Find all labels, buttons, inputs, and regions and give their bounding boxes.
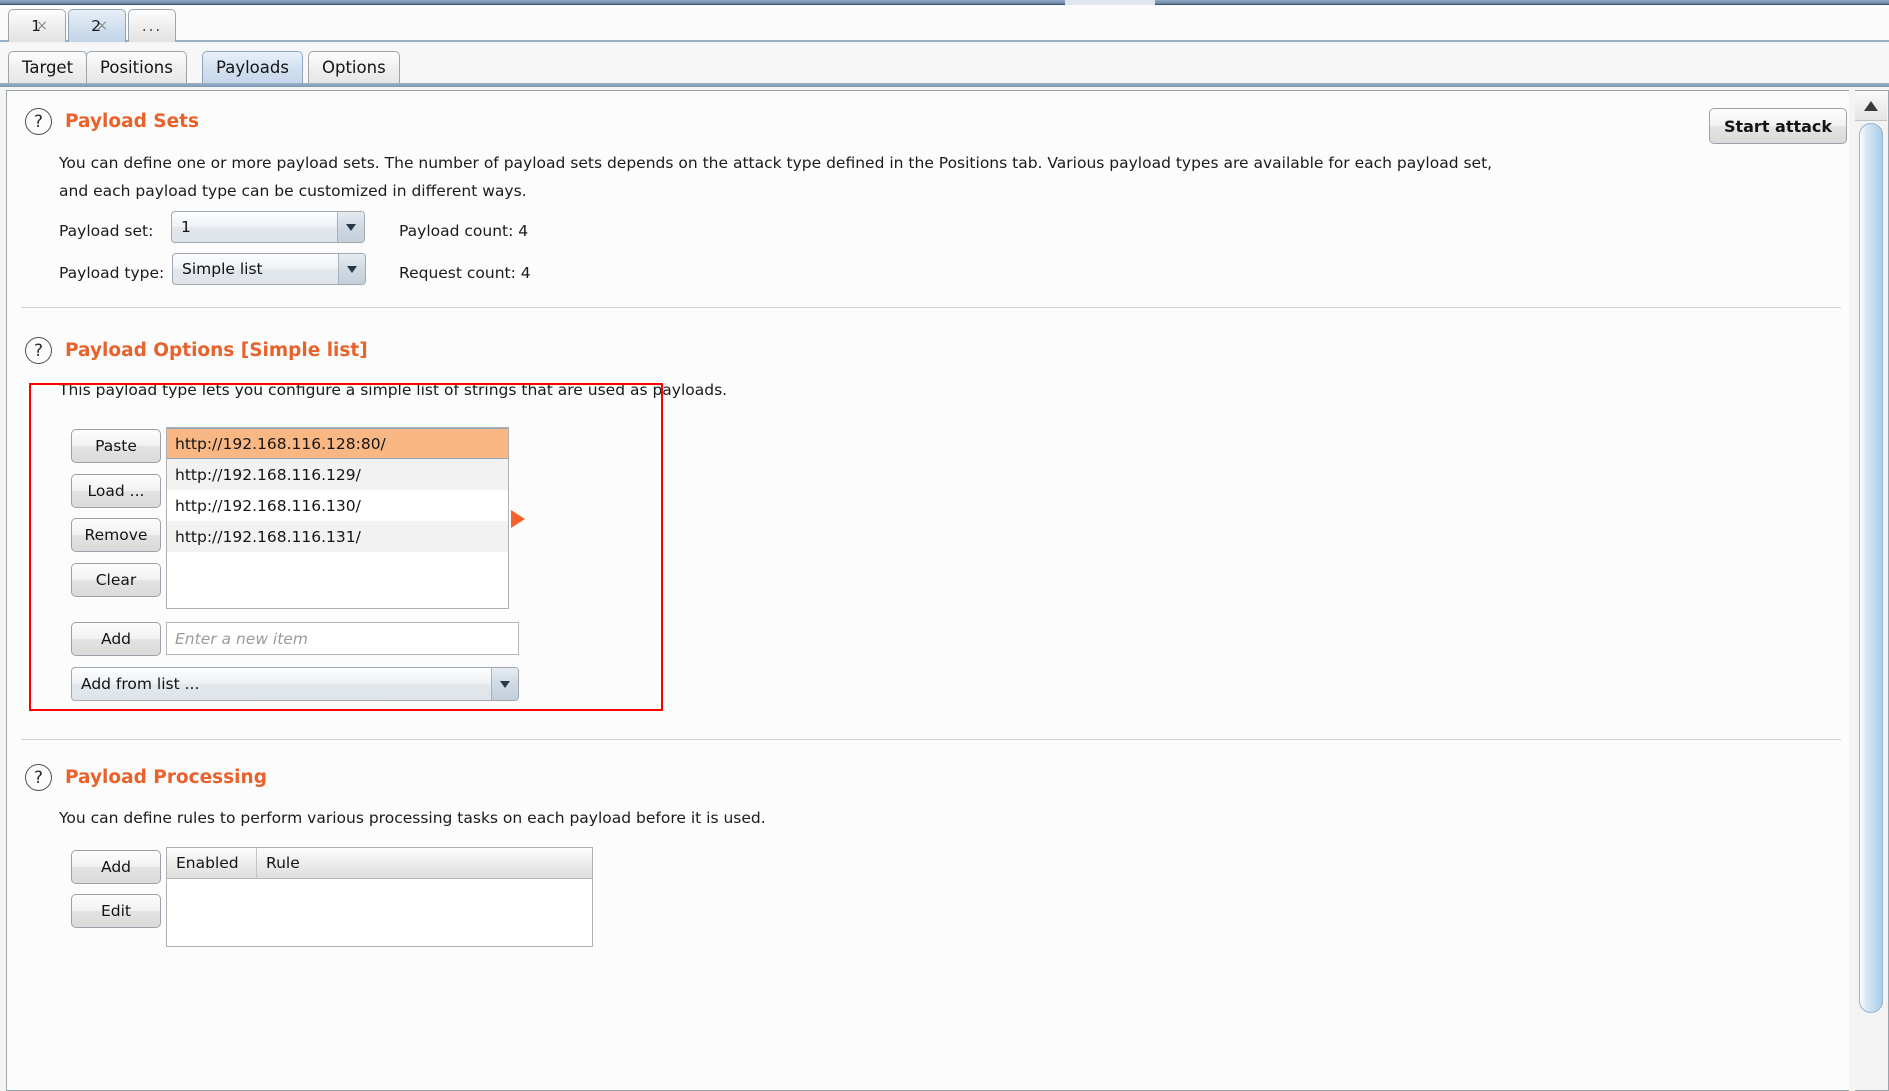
payload-options-title: Payload Options [Simple list] <box>65 340 368 361</box>
payload-set-value: 1 <box>181 218 191 236</box>
tab-bar-underline <box>0 83 1889 87</box>
request-count-label: Request count: 4 <box>399 264 531 282</box>
scrollbar-thumb[interactable] <box>1859 123 1883 1013</box>
payload-sets-header: ? Payload Sets <box>25 108 199 135</box>
section-divider-1 <box>21 307 1841 308</box>
marker-triangle-icon <box>511 510 525 528</box>
add-rule-button[interactable]: Add <box>71 850 161 884</box>
add-from-list-select[interactable]: Add from list ... <box>71 667 519 701</box>
question-mark-icon[interactable]: ? <box>25 108 52 135</box>
payload-options-header: ? Payload Options [Simple list] <box>25 337 368 364</box>
tab-payloads[interactable]: Payloads <box>202 51 303 83</box>
payload-list[interactable]: http://192.168.116.128:80/ http://192.16… <box>166 427 509 609</box>
load-button[interactable]: Load ... <box>71 474 161 508</box>
payload-sets-description-line1: You can define one or more payload sets.… <box>59 154 1493 172</box>
payload-set-select[interactable]: 1 <box>171 211 365 243</box>
attack-tab-overflow[interactable]: ... <box>128 9 176 42</box>
attack-tab-bar: 1 × 2 × ... <box>0 5 1889 42</box>
payload-processing-header: ? Payload Processing <box>25 764 267 791</box>
list-item[interactable]: http://192.168.116.129/ <box>167 459 508 490</box>
paste-button[interactable]: Paste <box>71 429 161 463</box>
payload-type-value: Simple list <box>182 260 263 278</box>
payload-processing-description: You can define rules to perform various … <box>59 809 766 827</box>
payload-sets-description-line2: and each payload type can be customized … <box>59 182 527 200</box>
tab-options[interactable]: Options <box>308 51 400 83</box>
tab-positions[interactable]: Positions <box>86 51 187 83</box>
chevron-down-icon[interactable] <box>338 254 365 284</box>
list-item[interactable]: http://192.168.116.128:80/ <box>167 428 508 459</box>
clear-button[interactable]: Clear <box>71 563 161 597</box>
section-divider-2 <box>21 739 1841 740</box>
attack-tab-1[interactable]: 1 × <box>8 9 66 42</box>
payload-count-label: Payload count: 4 <box>399 222 529 240</box>
payload-sets-title: Payload Sets <box>65 111 199 132</box>
list-item[interactable]: http://192.168.116.131/ <box>167 521 508 552</box>
add-payload-input[interactable]: Enter a new item <box>166 622 519 655</box>
chevron-down-icon[interactable] <box>337 212 364 242</box>
column-header-rule: Rule <box>266 854 300 872</box>
vertical-scrollbar[interactable] <box>1855 90 1889 1091</box>
edit-rule-button[interactable]: Edit <box>71 894 161 928</box>
payload-processing-title: Payload Processing <box>65 767 267 788</box>
add-payload-button[interactable]: Add <box>71 622 161 656</box>
payload-set-label: Payload set: <box>59 222 154 240</box>
scroll-up-arrow-icon[interactable] <box>1855 91 1887 121</box>
list-item[interactable]: http://192.168.116.130/ <box>167 490 508 521</box>
question-mark-icon[interactable]: ? <box>25 764 52 791</box>
add-from-list-value: Add from list ... <box>81 675 200 693</box>
intruder-tab-bar: Target Positions Payloads Options <box>0 44 1889 84</box>
payload-type-label: Payload type: <box>59 264 165 282</box>
payloads-panel: ? Payload Sets You can define one or mor… <box>6 90 1849 1091</box>
attack-tab-2[interactable]: 2 × <box>68 9 126 42</box>
column-header-enabled: Enabled <box>167 848 257 878</box>
question-mark-icon[interactable]: ? <box>25 337 52 364</box>
add-payload-input-placeholder: Enter a new item <box>175 629 308 648</box>
burp-intruder-window: 1 × 2 × ... Target Positions Payloads Op… <box>0 0 1889 1091</box>
payload-type-select[interactable]: Simple list <box>172 253 366 285</box>
payload-processing-table[interactable]: Enabled Rule <box>166 847 593 947</box>
attack-tab-2-label: 2 <box>91 17 101 35</box>
tab-target[interactable]: Target <box>8 51 88 83</box>
attack-tab-1-label: 1 <box>31 17 41 35</box>
remove-button[interactable]: Remove <box>71 518 161 552</box>
chevron-down-icon[interactable] <box>491 668 518 700</box>
table-header-row: Enabled Rule <box>167 848 592 879</box>
start-attack-button[interactable]: Start attack <box>1709 108 1847 144</box>
payload-options-description: This payload type lets you configure a s… <box>59 381 728 399</box>
